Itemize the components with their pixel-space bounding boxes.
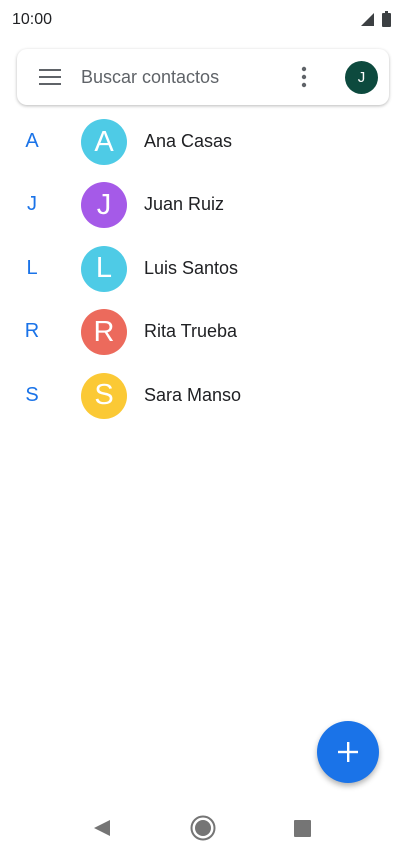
plus-icon bbox=[338, 742, 358, 762]
add-contact-button[interactable] bbox=[317, 721, 379, 783]
contact-avatar: L bbox=[81, 245, 127, 292]
signal-icon bbox=[361, 13, 374, 26]
contact-row[interactable]: S S Sara Manso bbox=[0, 364, 407, 427]
section-letter: A bbox=[25, 130, 39, 152]
contact-name: Rita Trueba bbox=[144, 321, 238, 342]
contact-row[interactable]: L L Luis Santos bbox=[0, 237, 407, 300]
home-circle-icon[interactable] bbox=[190, 815, 216, 841]
contact-avatar: S bbox=[81, 372, 127, 419]
contact-row[interactable]: A A Ana Casas bbox=[0, 110, 407, 173]
recents-square-icon[interactable] bbox=[294, 820, 311, 837]
section-letter: L bbox=[26, 256, 38, 279]
status-bar: 10:00 bbox=[0, 0, 407, 40]
contact-avatar: J bbox=[81, 182, 127, 229]
contact-row[interactable]: J J Juan Ruiz bbox=[0, 173, 407, 236]
contact-name: Ana Casas bbox=[144, 131, 233, 151]
contact-avatar: R bbox=[81, 309, 127, 356]
section-letter: J bbox=[27, 193, 37, 216]
back-triangle-icon[interactable] bbox=[93, 819, 111, 837]
menu-icon[interactable] bbox=[39, 68, 61, 86]
more-vert-icon[interactable] bbox=[299, 66, 309, 88]
search-input[interactable] bbox=[81, 64, 291, 90]
contact-row[interactable]: R R Rita Trueba bbox=[0, 300, 407, 363]
account-avatar[interactable]: J bbox=[345, 61, 378, 94]
navigation-bar bbox=[0, 800, 407, 856]
battery-icon bbox=[382, 11, 391, 27]
search-bar[interactable]: J bbox=[17, 49, 389, 105]
contact-name: Sara Manso bbox=[144, 384, 242, 405]
section-letter: R bbox=[24, 320, 40, 343]
status-time: 10:00 bbox=[12, 11, 53, 28]
contact-avatar: A bbox=[81, 119, 127, 165]
section-letter: S bbox=[25, 383, 39, 406]
contact-list: A A Ana Casas J J Juan Ruiz L L Luis Santos R R Rit… bbox=[0, 110, 407, 427]
contact-name: Luis Santos bbox=[144, 257, 239, 278]
contacts-screen: 10:00 J A A Ana Casas J J Juan Ruiz L L Luis San… bbox=[0, 0, 407, 856]
contact-name: Juan Ruiz bbox=[144, 194, 225, 215]
